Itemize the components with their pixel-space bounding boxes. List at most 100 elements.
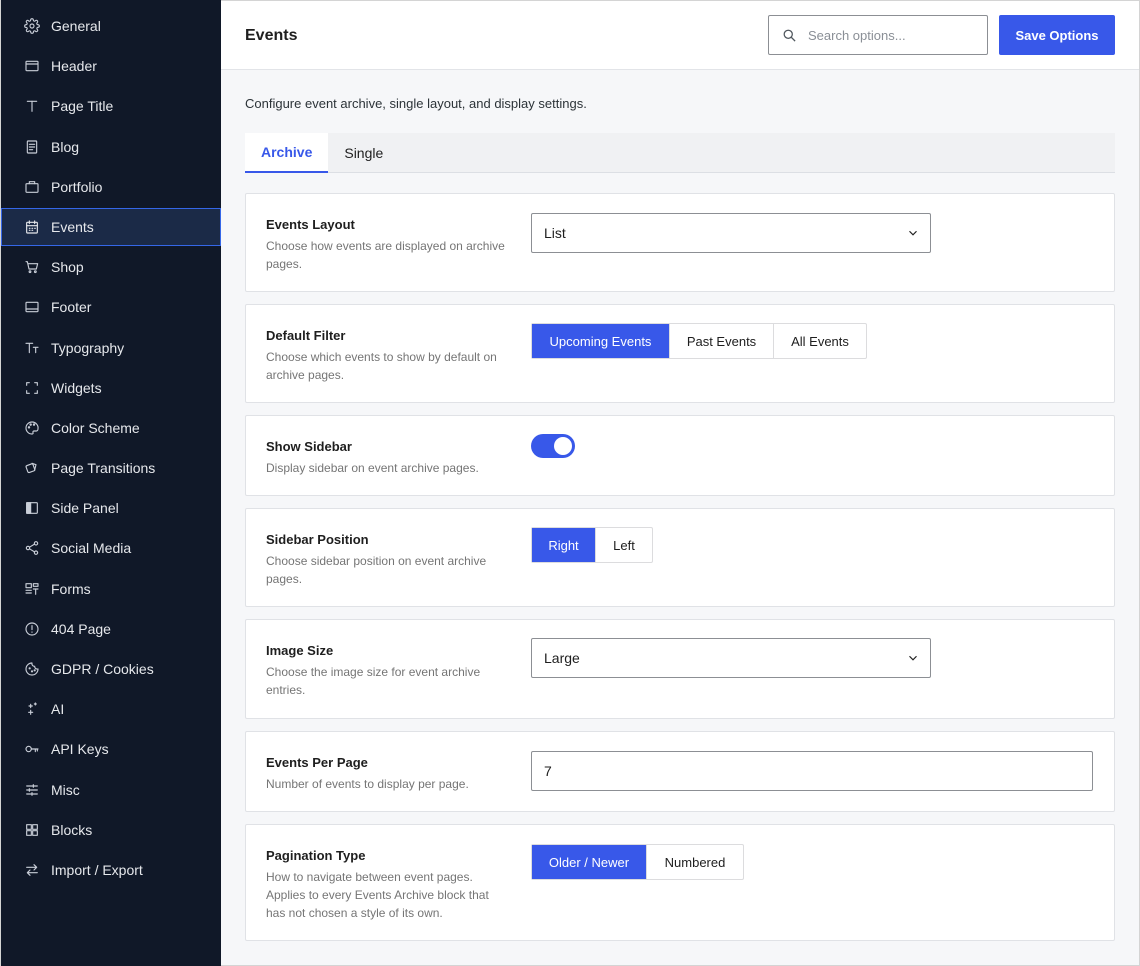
sidebar-item-portfolio[interactable]: Portfolio	[1, 168, 221, 206]
tab-archive[interactable]: Archive	[245, 133, 329, 173]
image-size-select[interactable]: Large	[531, 638, 931, 678]
pagination-type-setting: Pagination Type How to navigate between …	[245, 824, 1115, 941]
events-per-page-setting: Events Per Page Number of events to disp…	[245, 731, 1115, 812]
sidebar-item-label: Portfolio	[51, 178, 103, 195]
setting-help: Number of events to display per page.	[266, 777, 469, 791]
cookie-icon	[23, 660, 41, 678]
sidebar-item-label: General	[51, 18, 101, 34]
filter-upcoming-events-option[interactable]: Upcoming Events	[532, 324, 670, 358]
sidebar-item-social-media[interactable]: Social Media	[1, 529, 221, 567]
image-size-setting: Image Size Choose the image size for eve…	[245, 619, 1115, 719]
sidebar-item-label: Header	[51, 58, 97, 75]
select-value: Large	[544, 650, 580, 666]
position-right-option[interactable]: Right	[532, 528, 596, 562]
key-icon	[23, 740, 41, 758]
cart-icon	[23, 258, 41, 276]
sidebar-item-shop[interactable]: Shop	[1, 248, 221, 286]
tab-single[interactable]: Single	[328, 133, 399, 173]
sidebar-item-misc[interactable]: Misc	[1, 771, 221, 809]
toggle-knob	[554, 437, 572, 455]
sidebar-item-blog[interactable]: Blog	[1, 128, 221, 166]
alert-circle-icon	[23, 620, 41, 638]
tab-bar: Archive Single	[245, 133, 1115, 173]
sidebar-item-label: Typography	[51, 339, 125, 356]
sidebar-item-typography[interactable]: Typography	[1, 329, 221, 367]
save-options-button[interactable]: Save Options	[999, 15, 1115, 55]
events-layout-select[interactable]: List	[531, 213, 931, 253]
sidebar-item-label: Misc	[51, 781, 80, 798]
events-layout-setting: Events Layout Choose how events are disp…	[245, 193, 1115, 292]
sidebar-item-page-transitions[interactable]: Page Transitions	[1, 449, 221, 487]
sidebar-item-label: API Keys	[51, 741, 109, 758]
page-description: Configure event archive, single layout, …	[245, 96, 587, 111]
sidebar-item-api-keys[interactable]: API Keys	[1, 730, 221, 768]
setting-label: Image Size	[266, 643, 334, 658]
sliders-icon	[23, 781, 41, 799]
pagination-type-segmented: Older / Newer Numbered	[531, 844, 744, 880]
pagination-numbered-option[interactable]: Numbered	[647, 845, 743, 879]
setting-label: Show Sidebar	[266, 439, 352, 454]
sidebar-item-general[interactable]: General	[1, 7, 221, 45]
typography-icon	[23, 339, 41, 357]
briefcase-icon	[23, 178, 41, 196]
search-input[interactable]	[808, 27, 978, 43]
sidebar-nav: General Header Page Title Blog Portfolio…	[0, 0, 221, 966]
setting-label: Default Filter	[266, 328, 346, 343]
sidebar-item-label: Events	[51, 218, 94, 235]
sidebar-item-404-page[interactable]: 404 Page	[1, 610, 221, 648]
setting-help: Choose the image size for event archive …	[266, 665, 481, 697]
page-title: Events	[245, 27, 298, 44]
chevron-down-icon	[906, 226, 920, 240]
sidebar-position-segmented: Right Left	[531, 527, 653, 563]
blog-document-icon	[23, 138, 41, 156]
transitions-icon	[23, 459, 41, 477]
sidebar-item-label: Page Title	[51, 98, 114, 115]
sidebar-item-label: Forms	[51, 580, 91, 597]
sidebar-item-footer[interactable]: Footer	[1, 288, 221, 326]
setting-help: Choose how events are displayed on archi…	[266, 239, 505, 271]
gear-icon	[23, 17, 41, 35]
chevron-down-icon	[906, 651, 920, 665]
setting-help: Choose sidebar position on event archive…	[266, 554, 487, 586]
sidebar-item-forms[interactable]: Forms	[1, 570, 221, 608]
setting-label: Sidebar Position	[266, 532, 369, 547]
palette-icon	[23, 419, 41, 437]
footer-icon	[23, 298, 41, 316]
sidebar-item-import-export[interactable]: Import / Export	[1, 851, 221, 889]
sidebar-item-blocks[interactable]: Blocks	[1, 811, 221, 849]
header-icon	[23, 57, 41, 75]
sidebar-item-ai[interactable]: AI	[1, 690, 221, 728]
sidebar-item-color-scheme[interactable]: Color Scheme	[1, 409, 221, 447]
widgets-icon	[23, 379, 41, 397]
show-sidebar-setting: Show Sidebar Display sidebar on event ar…	[245, 415, 1115, 496]
setting-label: Events Layout	[266, 217, 355, 232]
sidebar-item-gdpr-cookies[interactable]: GDPR / Cookies	[1, 650, 221, 688]
sidebar-item-label: Import / Export	[51, 861, 143, 878]
sidebar-item-side-panel[interactable]: Side Panel	[1, 489, 221, 527]
sidebar-item-widgets[interactable]: Widgets	[1, 369, 221, 407]
setting-help: How to navigate between event pages. App…	[266, 870, 489, 920]
show-sidebar-toggle[interactable]	[531, 434, 575, 458]
default-filter-segmented: Upcoming Events Past Events All Events	[531, 323, 867, 359]
events-per-page-input[interactable]	[531, 751, 1093, 791]
title-t-icon	[23, 97, 41, 115]
forms-icon	[23, 580, 41, 598]
search-box[interactable]	[768, 15, 988, 55]
sidebar-item-events[interactable]: Events	[1, 207, 221, 246]
sidebar-item-label: Side Panel	[51, 500, 119, 517]
sidebar-item-page-title[interactable]: Page Title	[1, 87, 221, 125]
filter-past-events-option[interactable]: Past Events	[670, 324, 774, 358]
sidebar-item-header[interactable]: Header	[1, 47, 221, 85]
pagination-older-newer-option[interactable]: Older / Newer	[532, 845, 647, 879]
setting-label: Events Per Page	[266, 755, 368, 770]
position-left-option[interactable]: Left	[596, 528, 652, 562]
sidebar-item-label: 404 Page	[51, 620, 111, 637]
calendar-icon	[23, 218, 41, 236]
sidebar-item-label: Shop	[51, 259, 84, 276]
sidebar-item-label: Social Media	[51, 540, 132, 557]
swap-arrows-icon	[23, 861, 41, 879]
setting-help: Display sidebar on event archive pages.	[266, 461, 479, 475]
sidebar-item-label: GDPR / Cookies	[51, 661, 154, 677]
filter-all-events-option[interactable]: All Events	[774, 324, 866, 358]
top-bar: Events Save Options	[221, 0, 1139, 70]
